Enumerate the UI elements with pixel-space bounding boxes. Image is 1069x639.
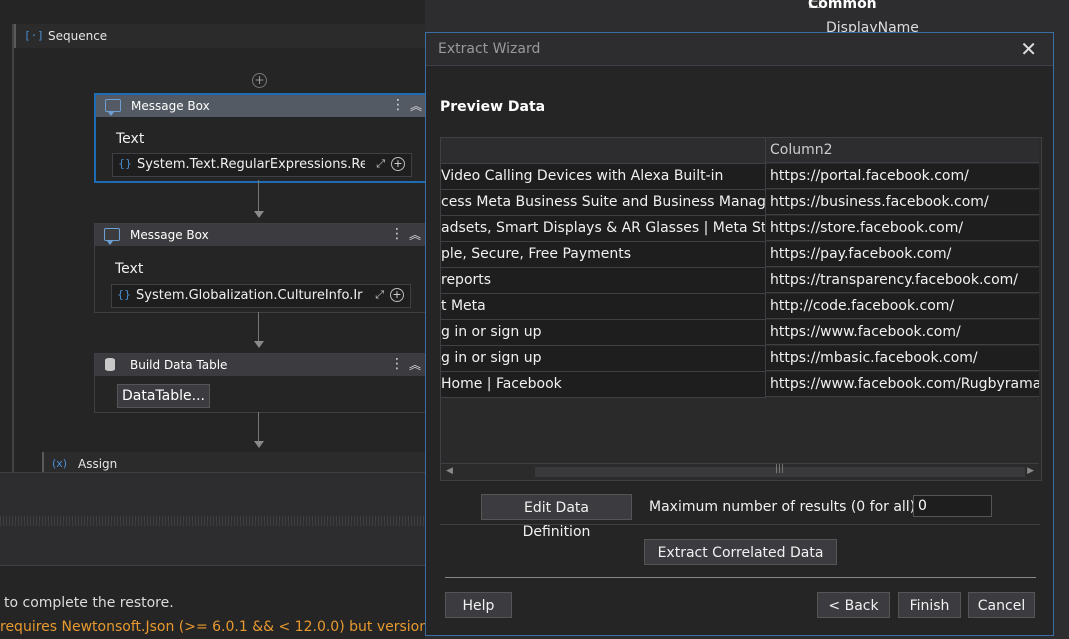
table-cell: http://code.facebook.com/ bbox=[766, 294, 1039, 319]
connector-arrow bbox=[254, 441, 264, 448]
table-cell: ple, Secure, Free Payments bbox=[441, 242, 766, 268]
message-box-icon bbox=[105, 99, 121, 116]
activity-title: Message Box bbox=[130, 228, 209, 242]
table-cell: https://store.facebook.com/ bbox=[766, 216, 1039, 241]
scrollbar-grip-icon: ||| bbox=[775, 464, 785, 474]
connector-arrow bbox=[254, 341, 264, 348]
scroll-right-icon[interactable]: ▶ bbox=[1027, 466, 1034, 476]
table-cell: https://www.facebook.com/Rugbyrama/ bbox=[766, 372, 1039, 397]
scroll-left-icon[interactable]: ◀ bbox=[446, 466, 453, 476]
divider bbox=[445, 577, 1036, 578]
table-cell: https://www.facebook.com/ bbox=[766, 320, 1039, 345]
table-cell: Home | Facebook bbox=[441, 372, 766, 398]
panel-splitter[interactable] bbox=[0, 516, 425, 526]
sequence-border bbox=[12, 24, 14, 472]
column-header-1[interactable] bbox=[441, 138, 766, 164]
preview-data-heading: Preview Data bbox=[440, 99, 546, 115]
table-cell: https://mbasic.facebook.com/ bbox=[766, 346, 1039, 371]
table-cell: g in or sign up bbox=[441, 320, 766, 346]
table-row: g in or sign up https://www.facebook.com… bbox=[441, 320, 1041, 346]
table-cell: https://portal.facebook.com/ bbox=[766, 164, 1039, 189]
extract-wizard-dialog: Extract Wizard ✕ Preview Data Column2 Vi… bbox=[425, 32, 1054, 636]
expand-icon[interactable]: ⤢ bbox=[375, 288, 384, 302]
output-message: to complete the restore. bbox=[4, 595, 174, 611]
table-cell: cess Meta Business Suite and Business Ma… bbox=[441, 190, 766, 216]
more-options-icon[interactable]: ⋮ bbox=[390, 226, 404, 242]
table-row: Video Calling Devices with Alexa Built-i… bbox=[441, 164, 1041, 190]
expression-field[interactable]: {} System.Globalization.CultureInfo.Ir ⤢… bbox=[111, 284, 411, 308]
table-cell: adsets, Smart Displays & AR Glasses | Me… bbox=[441, 216, 766, 242]
add-circle-icon[interactable]: + bbox=[391, 157, 405, 171]
message-box-icon bbox=[104, 228, 120, 245]
collapse-icon[interactable]: ︽ bbox=[410, 97, 422, 114]
help-button[interactable]: Help bbox=[445, 592, 512, 618]
expression-text: System.Globalization.CultureInfo.Ir bbox=[136, 288, 363, 303]
expression-icon: {} bbox=[117, 288, 131, 301]
max-results-input[interactable] bbox=[913, 495, 992, 517]
activity-header: Message Box ⋮ ︽ bbox=[95, 224, 425, 246]
activity-title: Message Box bbox=[131, 99, 210, 113]
expression-icon: {} bbox=[118, 157, 132, 170]
database-icon bbox=[105, 358, 115, 371]
divider bbox=[440, 524, 1040, 525]
expand-icon[interactable]: ⤢ bbox=[376, 157, 385, 171]
connector-arrow bbox=[254, 211, 264, 218]
table-cell: https://transparency.facebook.com/ bbox=[766, 268, 1039, 293]
activity-header: Build Data Table ⋮ ︽ bbox=[95, 354, 425, 376]
workflow-designer: [·] Sequence + Message Box ⋮ ︽ Text {} S… bbox=[0, 0, 425, 472]
table-row: cess Meta Business Suite and Business Ma… bbox=[441, 190, 1041, 216]
assign-title: Assign bbox=[78, 457, 118, 471]
sequence-icon: [·] bbox=[24, 29, 44, 42]
preview-data-grid[interactable]: Column2 Video Calling Devices with Alexa… bbox=[440, 137, 1042, 481]
cancel-button[interactable]: Cancel bbox=[968, 592, 1035, 618]
expression-field[interactable]: {} System.Text.RegularExpressions.Re ⤢ + bbox=[112, 153, 412, 177]
panel-tab-strip bbox=[0, 472, 425, 503]
finish-button[interactable]: Finish bbox=[898, 592, 961, 618]
add-circle-icon[interactable]: + bbox=[390, 288, 404, 302]
message-box-activity-2[interactable]: Message Box ⋮ ︽ Text {} System.Globaliza… bbox=[94, 223, 425, 313]
table-cell: https://pay.facebook.com/ bbox=[766, 242, 1039, 267]
table-row: ple, Secure, Free Payments https://pay.f… bbox=[441, 242, 1041, 268]
back-button[interactable]: < Back bbox=[817, 592, 890, 618]
datatable-button[interactable]: DataTable... bbox=[117, 384, 210, 408]
max-results-label: Maximum number of results (0 for all) bbox=[649, 499, 916, 515]
table-row: t Meta http://code.facebook.com/ bbox=[441, 294, 1041, 320]
table-cell: t Meta bbox=[441, 294, 766, 320]
field-label: Text bbox=[115, 261, 144, 277]
connector-line bbox=[258, 312, 259, 342]
activity-header: Message Box ⋮ ︽ bbox=[96, 95, 425, 117]
horizontal-scrollbar[interactable]: ◀ ||| ▶ bbox=[441, 463, 1039, 480]
connector-line bbox=[258, 412, 259, 442]
grid-header-row: Column2 bbox=[441, 138, 1041, 164]
collapse-icon[interactable]: ︽ bbox=[409, 226, 421, 243]
message-box-activity-1[interactable]: Message Box ⋮ ︽ Text {} System.Text.Regu… bbox=[94, 93, 425, 183]
dialog-title: Extract Wizard bbox=[438, 41, 541, 57]
close-icon[interactable]: ✕ bbox=[1020, 37, 1037, 61]
build-data-table-activity[interactable]: Build Data Table ⋮ ︽ DataTable... bbox=[94, 353, 425, 413]
edit-data-definition-button[interactable]: Edit Data Definition bbox=[481, 494, 632, 540]
activity-title: Build Data Table bbox=[130, 358, 228, 372]
output-warning: requires Newtonsoft.Json (>= 6.0.1 && < … bbox=[0, 619, 464, 635]
table-cell: g in or sign up bbox=[441, 346, 766, 372]
collapse-icon[interactable]: ︽ bbox=[409, 356, 421, 373]
connector-line bbox=[258, 180, 259, 212]
more-options-icon[interactable]: ⋮ bbox=[391, 97, 405, 113]
sequence-title: Sequence bbox=[48, 29, 108, 43]
column-header-2[interactable]: Column2 bbox=[766, 138, 1039, 163]
assign-icon: (x) bbox=[52, 457, 68, 470]
table-row: adsets, Smart Displays & AR Glasses | Me… bbox=[441, 216, 1041, 242]
table-cell: reports bbox=[441, 268, 766, 294]
expression-text: System.Text.RegularExpressions.Re bbox=[137, 157, 365, 172]
table-row: g in or sign up https://mbasic.facebook.… bbox=[441, 346, 1041, 372]
extract-correlated-data-button[interactable]: Extract Correlated Data bbox=[644, 539, 837, 565]
table-cell: Video Calling Devices with Alexa Built-i… bbox=[441, 164, 766, 190]
table-cell: https://business.facebook.com/ bbox=[766, 190, 1039, 215]
dialog-titlebar: Extract Wizard ✕ bbox=[426, 33, 1053, 66]
more-options-icon[interactable]: ⋮ bbox=[390, 356, 404, 372]
properties-section-title: Common bbox=[808, 0, 877, 12]
table-row: Home | Facebook https://www.facebook.com… bbox=[441, 372, 1041, 398]
field-label: Text bbox=[116, 131, 145, 147]
table-row: reports https://transparency.facebook.co… bbox=[441, 268, 1041, 294]
add-activity-icon[interactable]: + bbox=[252, 73, 267, 88]
